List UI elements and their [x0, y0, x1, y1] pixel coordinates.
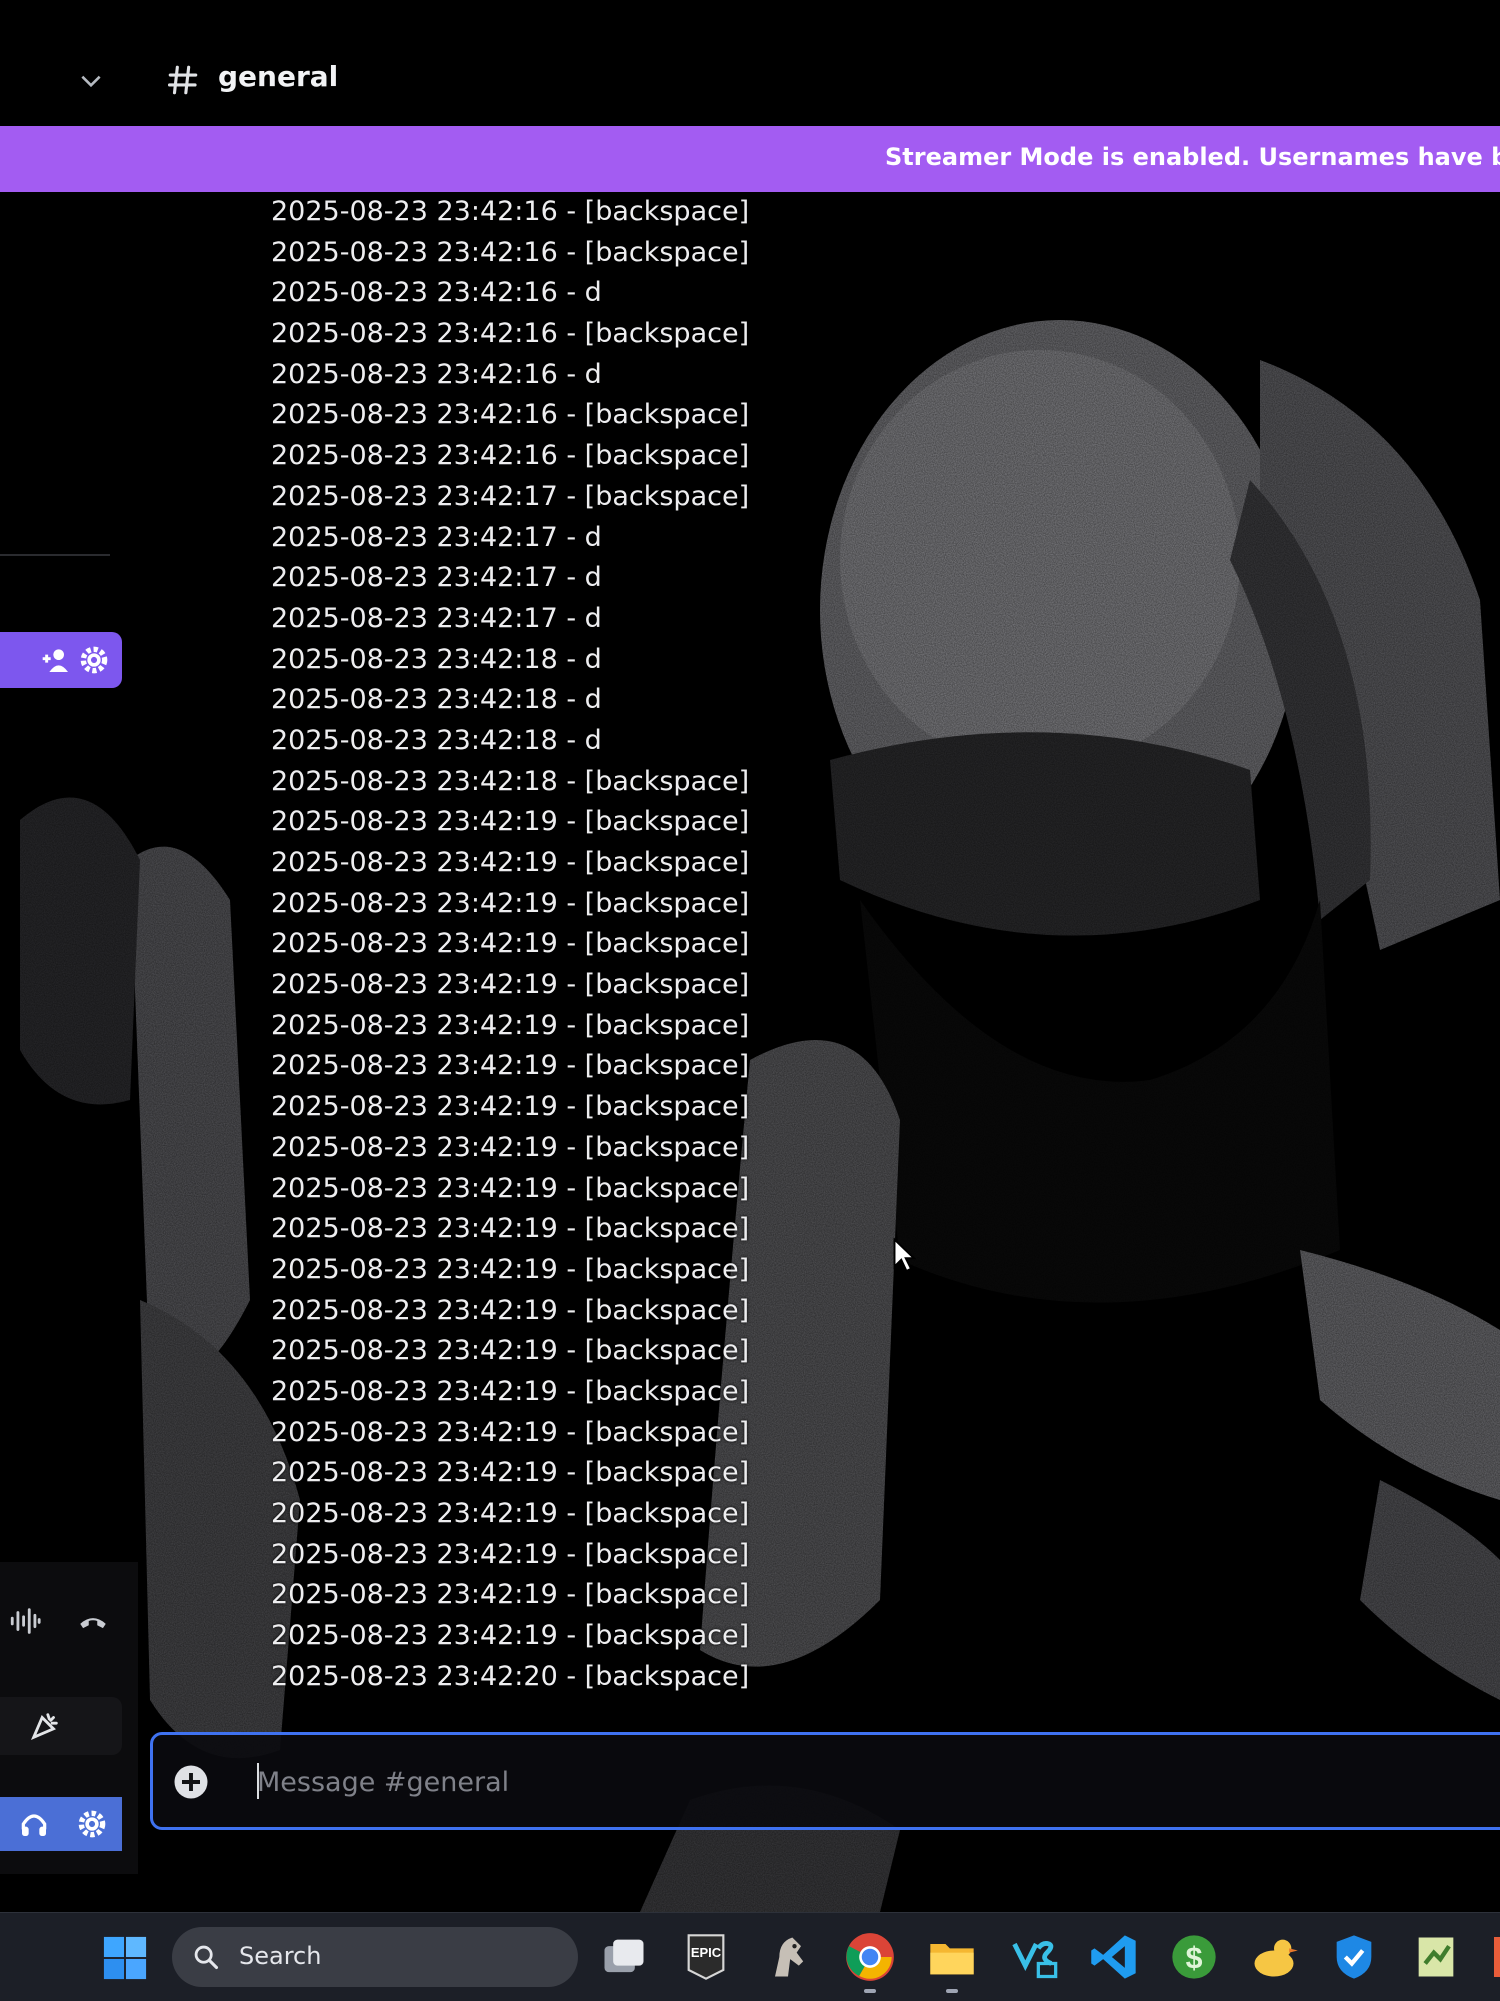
taskbar-search[interactable]: Search [172, 1927, 578, 1987]
message-line: 2025-08-23 23:42:16 - [backspace] [271, 318, 750, 350]
channel-sidebar [0, 192, 138, 1874]
voice-connection-panel [0, 1562, 138, 1874]
message-line: 2025-08-23 23:42:19 - [backspace] [271, 1335, 750, 1367]
add-attachment-icon[interactable] [173, 1764, 209, 1800]
search-icon [194, 1945, 219, 1970]
message-line: 2025-08-23 23:42:19 - [backspace] [271, 1009, 750, 1041]
message-line: 2025-08-23 23:42:19 - [backspace] [271, 1091, 750, 1123]
message-list: 2025-08-23 23:42:16 - [backspace] 2025-08… [271, 192, 971, 1697]
epic-games-icon[interactable]: EPIC [680, 1931, 732, 1983]
headphones-icon[interactable] [18, 1808, 50, 1840]
message-line: 2025-08-23 23:42:19 - [backspace] [271, 1375, 750, 1407]
chrome-running-indicator [864, 1989, 876, 1993]
notepad-app-icon[interactable] [1410, 1931, 1462, 1983]
chrome-icon[interactable] [844, 1931, 896, 1983]
visual-studio-icon[interactable] [1008, 1931, 1060, 1983]
shield-app-icon[interactable] [1328, 1931, 1380, 1983]
message-line: 2025-08-23 23:42:19 - [backspace] [271, 806, 750, 838]
message-line: 2025-08-23 23:42:19 - [backspace] [271, 1416, 750, 1448]
message-line: 2025-08-23 23:42:20 - [backspace] [271, 1660, 750, 1692]
message-line: 2025-08-23 23:42:19 - [backspace] [271, 1294, 750, 1326]
message-line: 2025-08-23 23:42:16 - d [271, 358, 602, 390]
message-line: 2025-08-23 23:42:16 - [backspace] [271, 440, 750, 472]
mouse-cursor-icon [893, 1238, 917, 1273]
message-line: 2025-08-23 23:42:18 - d [271, 643, 602, 675]
explorer-running-indicator [946, 1989, 958, 1993]
message-line: 2025-08-23 23:42:19 - [backspace] [271, 1498, 750, 1529]
message-line: 2025-08-23 23:42:17 - d [271, 521, 602, 553]
message-line: 2025-08-23 23:42:19 - [backspace] [271, 928, 750, 960]
task-view-icon[interactable] [598, 1931, 650, 1983]
disconnect-call-icon[interactable] [76, 1604, 110, 1638]
message-line: 2025-08-23 23:42:18 - [backspace] [271, 765, 750, 797]
channel-name: general [218, 60, 339, 93]
message-line: 2025-08-23 23:42:16 - [backspace] [271, 196, 750, 227]
add-member-icon[interactable] [40, 644, 72, 676]
streamer-mode-banner: Streamer Mode is enabled. Usernames have… [0, 126, 1500, 192]
message-composer [150, 1732, 1500, 1830]
user-controls-bar [0, 1797, 122, 1851]
message-line: 2025-08-23 23:42:18 - d [271, 724, 602, 756]
voice-channel-active-item[interactable] [0, 632, 122, 688]
message-line: 2025-08-23 23:42:19 - [backspace] [271, 1579, 750, 1611]
message-line: 2025-08-23 23:42:16 - [backspace] [271, 399, 750, 431]
message-line: 2025-08-23 23:42:19 - [backspace] [271, 1457, 750, 1489]
message-line: 2025-08-23 23:42:17 - d [271, 602, 602, 634]
message-line: 2025-08-23 23:42:19 - [backspace] [271, 1620, 750, 1652]
windows-taskbar: Search EPIC $ [0, 1912, 1500, 2001]
message-line: 2025-08-23 23:42:19 - [backspace] [271, 1131, 750, 1163]
message-line: 2025-08-23 23:42:16 - d [271, 277, 602, 309]
gear-icon[interactable] [78, 644, 110, 676]
partial-taskbar-icon[interactable] [1494, 1937, 1500, 1977]
money-app-icon[interactable]: $ [1168, 1931, 1220, 1983]
message-line: 2025-08-23 23:42:17 - d [271, 562, 602, 594]
file-explorer-icon[interactable] [926, 1931, 978, 1983]
windows-start-icon[interactable] [102, 1935, 148, 1981]
hash-icon [167, 65, 198, 95]
message-line: 2025-08-23 23:42:18 - d [271, 684, 602, 716]
user-settings-gear-icon[interactable] [76, 1808, 108, 1840]
soundboard-button[interactable] [0, 1697, 122, 1755]
svg-text:$: $ [1186, 1942, 1203, 1975]
banner-text: Streamer Mode is enabled. Usernames have… [885, 143, 1500, 171]
message-line: 2025-08-23 23:42:19 - [backspace] [271, 1050, 750, 1082]
message-input[interactable] [257, 1755, 1457, 1809]
message-line: 2025-08-23 23:42:17 - [backspace] [271, 480, 750, 512]
message-line: 2025-08-23 23:42:19 - [backspace] [271, 887, 750, 919]
message-line: 2025-08-23 23:42:19 - [backspace] [271, 969, 750, 1001]
svg-text:EPIC: EPIC [691, 1945, 722, 1960]
message-line: 2025-08-23 23:42:19 - [backspace] [271, 1172, 750, 1204]
message-line: 2025-08-23 23:42:19 - [backspace] [271, 847, 750, 878]
message-line: 2025-08-23 23:42:19 - [backspace] [271, 1538, 750, 1570]
soundboard-icon [30, 1713, 58, 1741]
message-line: 2025-08-23 23:42:16 - [backspace] [271, 236, 750, 268]
message-line: 2025-08-23 23:42:19 - [backspace] [271, 1213, 750, 1245]
channel-header: general [0, 0, 1500, 126]
sidebar-divider [0, 554, 110, 556]
soundwave-icon[interactable] [8, 1604, 42, 1638]
duck-app-icon[interactable] [1248, 1931, 1300, 1983]
vscode-icon[interactable] [1088, 1931, 1140, 1983]
horse-game-icon[interactable] [762, 1931, 814, 1983]
message-line: 2025-08-23 23:42:19 - [backspace] [271, 1253, 750, 1285]
chevron-down-icon[interactable] [78, 68, 104, 94]
search-label: Search [239, 1942, 322, 1970]
